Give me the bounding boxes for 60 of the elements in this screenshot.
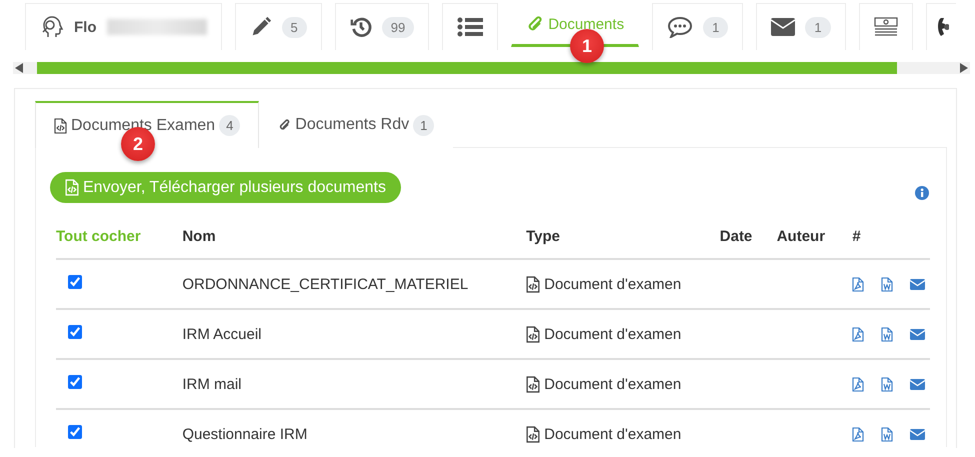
pdf-file-icon[interactable] — [852, 426, 864, 442]
code-file-icon — [65, 179, 79, 196]
count-badge: 1 — [805, 16, 831, 38]
table-cell: IRM mail — [182, 359, 526, 409]
envelope-icon[interactable] — [910, 278, 926, 290]
tab[interactable]: 5 — [234, 3, 322, 50]
document-type: Document d'examen — [544, 326, 682, 342]
table-cell: IRM Accueil — [182, 309, 526, 359]
tab[interactable] — [442, 3, 498, 50]
code-file-icon — [526, 376, 540, 392]
word-file-icon[interactable] — [881, 276, 894, 292]
pdf-file-icon[interactable] — [852, 376, 864, 392]
speech-bubble-icon — [667, 16, 694, 38]
word-file-icon[interactable] — [881, 326, 894, 342]
code-file-icon — [526, 276, 540, 292]
tab[interactable] — [858, 3, 913, 50]
code-file-icon — [526, 426, 540, 442]
scroll-right-icon[interactable] — [958, 62, 970, 74]
table-cell: Questionnaire IRM — [182, 409, 526, 457]
scrollbar-thumb[interactable] — [37, 62, 897, 74]
document-type: Document d'examen — [544, 426, 682, 442]
count-badge: 1 — [703, 16, 728, 38]
row-checkbox[interactable] — [68, 325, 82, 339]
code-file-icon — [54, 118, 67, 134]
envelope-icon[interactable] — [910, 378, 926, 390]
word-file-icon[interactable] — [881, 376, 894, 392]
pdf-file-icon[interactable] — [852, 276, 864, 292]
check-all-link[interactable]: Tout cocher — [56, 214, 182, 259]
count-badge: 5 — [282, 16, 307, 38]
row-checkbox[interactable] — [68, 275, 82, 289]
column-header: Auteur — [776, 214, 852, 259]
envelope-icon[interactable] — [910, 328, 926, 340]
banknotes-icon — [874, 17, 898, 37]
column-header: Type — [526, 214, 720, 259]
table-cell: ORDONNANCE_CERTIFICAT_MATERIEL — [182, 259, 526, 309]
upload-button[interactable]: Envoyer, Télécharger plusieurs documents — [50, 172, 401, 203]
column-header: Nom — [182, 214, 526, 259]
tab[interactable]: 1 — [652, 3, 744, 50]
row-checkbox[interactable] — [68, 425, 82, 439]
scroll-left-icon[interactable] — [13, 62, 25, 74]
document-type: Document d'examen — [544, 276, 682, 292]
envelope-icon — [771, 18, 796, 36]
envelope-icon[interactable] — [910, 428, 926, 440]
column-header: # — [852, 214, 930, 259]
tab[interactable]: 99 — [334, 3, 430, 50]
count-badge: 99 — [382, 16, 414, 38]
tab[interactable]: 1 — [756, 3, 846, 50]
column-header: Date — [720, 214, 777, 259]
history-icon — [350, 16, 372, 38]
pdf-file-icon[interactable] — [852, 326, 864, 342]
row-checkbox[interactable] — [68, 375, 82, 389]
count-badge: 1 — [413, 114, 434, 136]
document-type: Document d'examen — [544, 376, 682, 392]
count-badge: 4 — [219, 115, 240, 136]
code-file-icon — [526, 326, 540, 342]
word-file-icon[interactable] — [881, 426, 894, 442]
tab[interactable]: Flo — [25, 3, 222, 50]
list-icon — [457, 16, 484, 38]
head-search-icon — [40, 15, 64, 39]
info-icon[interactable] — [915, 186, 929, 200]
